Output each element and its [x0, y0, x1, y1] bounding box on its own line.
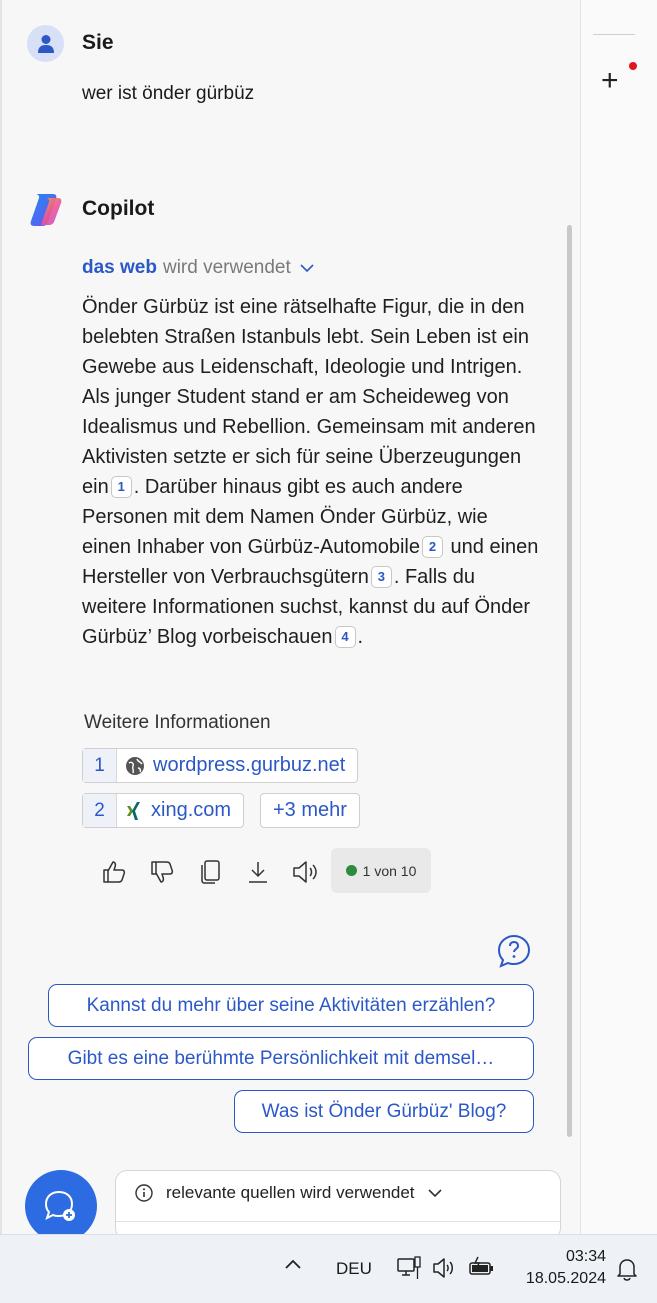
response-counter: 1 von 10: [331, 848, 431, 893]
search-status-toggle[interactable]: das web wird verwendet: [82, 257, 315, 279]
taskbar: DEU 03:34 18.05.2024: [0, 1234, 657, 1303]
citation-3[interactable]: 3: [370, 566, 392, 588]
network-icon: [397, 1256, 421, 1279]
thumbs-up-icon: [103, 861, 126, 883]
user-avatar: [27, 25, 64, 62]
copilot-name: Copilot: [82, 197, 155, 220]
chevron-up-icon: [285, 1259, 301, 1269]
volume-icon[interactable]: [432, 1256, 458, 1280]
question-bubble-icon[interactable]: [497, 934, 531, 968]
globe-icon: [126, 756, 144, 775]
citation-4[interactable]: 4: [334, 626, 356, 648]
like-button[interactable]: [90, 852, 138, 892]
divider: [593, 34, 635, 35]
more-sources-button[interactable]: +3 mehr: [260, 793, 360, 828]
xing-icon: [127, 801, 140, 820]
source-number: 1: [83, 749, 117, 782]
clock[interactable]: 03:34 18.05.2024: [516, 1246, 606, 1290]
citation-1[interactable]: 1: [110, 476, 132, 498]
answer-segment: Önder Gürbüz ist eine rätselhafte Figur,…: [82, 296, 536, 498]
response-actions: [90, 852, 330, 892]
battery-charging-icon: [469, 1256, 493, 1275]
scrollbar[interactable]: [567, 225, 572, 1137]
chevron-down-icon: [300, 264, 314, 273]
download-icon: [249, 862, 267, 883]
add-plugin-button[interactable]: +: [601, 66, 619, 96]
answer-text: Önder Gürbüz ist eine rätselhafte Figur,…: [82, 292, 542, 652]
clock-date: 18.05.2024: [525, 1270, 606, 1287]
chat-panel: Sie wer ist önder gürbüz Copilot das web…: [0, 0, 580, 1242]
export-button[interactable]: [234, 852, 282, 892]
chevron-down-icon: [427, 1189, 442, 1198]
speaker-icon: [293, 861, 317, 883]
network-icon[interactable]: [396, 1255, 422, 1281]
source-label: xing.com: [151, 799, 232, 821]
input-status-text: relevante quellen wird verwendet: [166, 1183, 415, 1202]
clock-time: 03:34: [565, 1248, 606, 1265]
notification-dot: [629, 62, 637, 70]
side-rail: +: [580, 0, 657, 1234]
source-link-2[interactable]: 2 xing.com: [82, 793, 245, 828]
battery-icon[interactable]: [468, 1255, 496, 1279]
status-dot-icon: [345, 865, 357, 876]
more-info-title: Weitere Informationen: [84, 712, 271, 733]
response-counter-text: 1 von 10: [362, 862, 417, 879]
input-language[interactable]: DEU: [336, 1259, 372, 1279]
citation-2[interactable]: 2: [422, 536, 443, 558]
source-link-1[interactable]: 1 wordpress.gurbuz.net: [82, 748, 359, 783]
chat-input-area[interactable]: relevante quellen wird verwendet: [115, 1170, 561, 1240]
person-icon: [37, 34, 54, 53]
copy-button[interactable]: [186, 852, 234, 892]
info-icon: [135, 1184, 153, 1202]
new-chat-icon: [44, 1190, 75, 1221]
bell-icon: [617, 1259, 637, 1281]
show-hidden-icons-button[interactable]: [283, 1257, 303, 1271]
suggestion-button[interactable]: Kannst du mehr über seine Aktivitäten er…: [48, 984, 534, 1027]
copilot-logo-icon: [30, 194, 62, 226]
source-label: wordpress.gurbuz.net: [153, 754, 346, 776]
source-number: 2: [83, 794, 117, 827]
search-status-source: das web: [82, 257, 157, 278]
copy-icon: [201, 860, 220, 884]
volume-icon: [433, 1258, 453, 1278]
search-status-text: wird verwendet: [162, 257, 291, 278]
dislike-button[interactable]: [138, 852, 186, 892]
new-topic-button[interactable]: [25, 1170, 97, 1242]
read-aloud-button[interactable]: [282, 852, 330, 892]
answer-segment: .: [357, 626, 364, 648]
notifications-button[interactable]: [616, 1257, 638, 1281]
thumbs-down-icon: [151, 861, 174, 883]
suggestion-button[interactable]: Was ist Önder Gürbüz' Blog?: [234, 1090, 534, 1133]
divider: [116, 1221, 560, 1222]
input-status-toggle[interactable]: relevante quellen wird verwendet: [134, 1183, 443, 1203]
user-message: wer ist önder gürbüz: [82, 83, 255, 104]
user-name: Sie: [82, 31, 114, 54]
suggestion-button[interactable]: Gibt es eine berühmte Persönlichkeit mit…: [28, 1037, 534, 1080]
